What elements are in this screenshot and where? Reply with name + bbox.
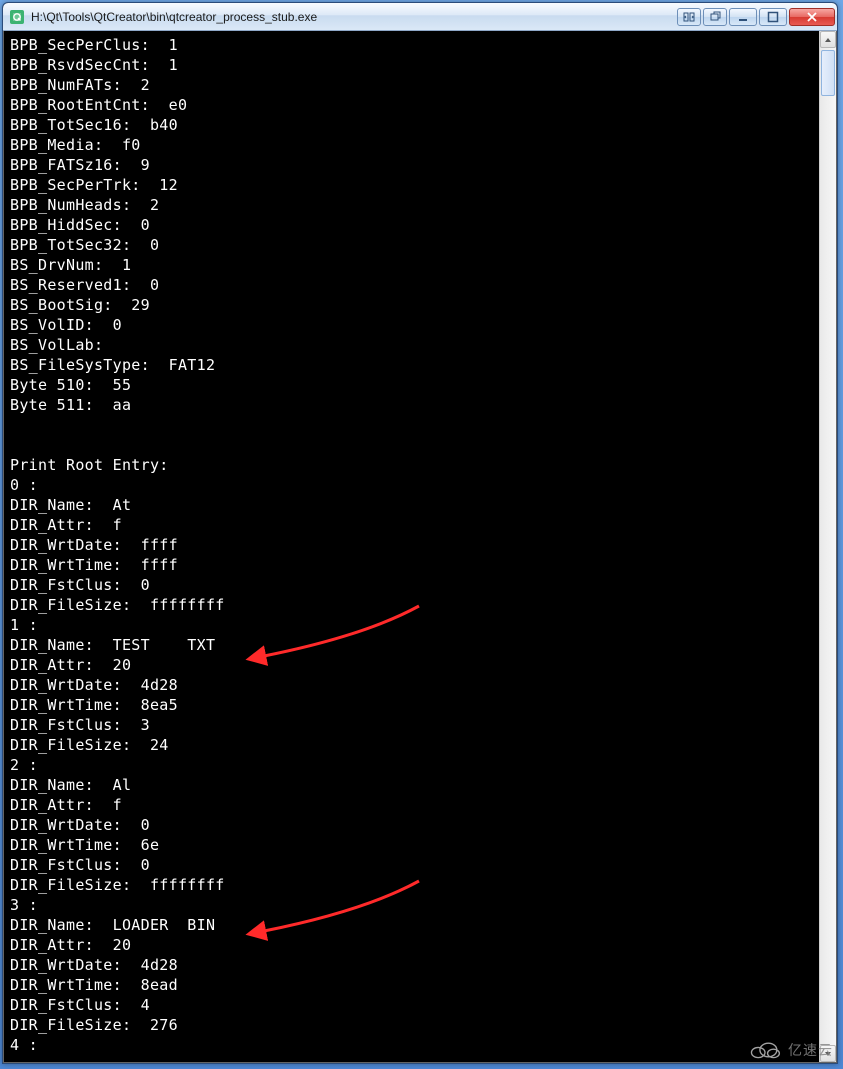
minimize-button[interactable] bbox=[729, 8, 757, 26]
window-popout-button[interactable] bbox=[703, 8, 727, 26]
terminal-output[interactable]: BPB_SecPerClus: 1 BPB_RsvdSecCnt: 1 BPB_… bbox=[4, 31, 819, 1062]
window-layout-button[interactable] bbox=[677, 8, 701, 26]
cloud-icon bbox=[748, 1039, 782, 1061]
watermark-text: 亿速云 bbox=[788, 1040, 833, 1060]
maximize-button[interactable] bbox=[759, 8, 787, 26]
close-button[interactable] bbox=[789, 8, 835, 26]
watermark: 亿速云 bbox=[748, 1039, 833, 1061]
window-title: H:\Qt\Tools\QtCreator\bin\qtcreator_proc… bbox=[31, 10, 677, 24]
qt-exe-icon bbox=[9, 9, 25, 25]
terminal-area: BPB_SecPerClus: 1 BPB_RsvdSecCnt: 1 BPB_… bbox=[3, 31, 837, 1063]
window-controls bbox=[677, 8, 835, 26]
scroll-up-button[interactable] bbox=[820, 31, 836, 48]
titlebar[interactable]: H:\Qt\Tools\QtCreator\bin\qtcreator_proc… bbox=[3, 3, 837, 31]
scroll-thumb[interactable] bbox=[821, 50, 835, 96]
scroll-track[interactable] bbox=[820, 48, 836, 1045]
vertical-scrollbar[interactable] bbox=[819, 31, 836, 1062]
console-window: H:\Qt\Tools\QtCreator\bin\qtcreator_proc… bbox=[2, 2, 838, 1064]
